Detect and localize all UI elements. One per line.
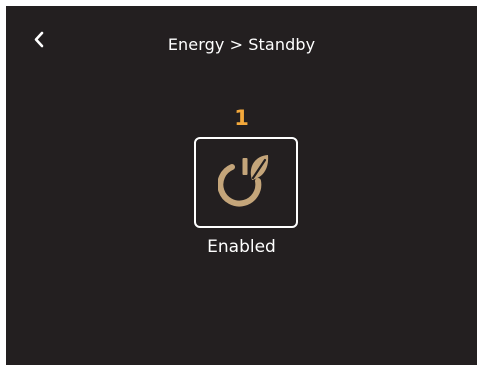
item-number: 1 [234,106,249,130]
standby-eco-leaf-icon [218,155,269,207]
screen: Energy > Standby 1 Enabled [6,6,477,365]
standby-status-label: Enabled [207,237,276,257]
page-title: Energy > Standby [167,35,316,54]
standby-toggle-button[interactable] [194,137,298,228]
